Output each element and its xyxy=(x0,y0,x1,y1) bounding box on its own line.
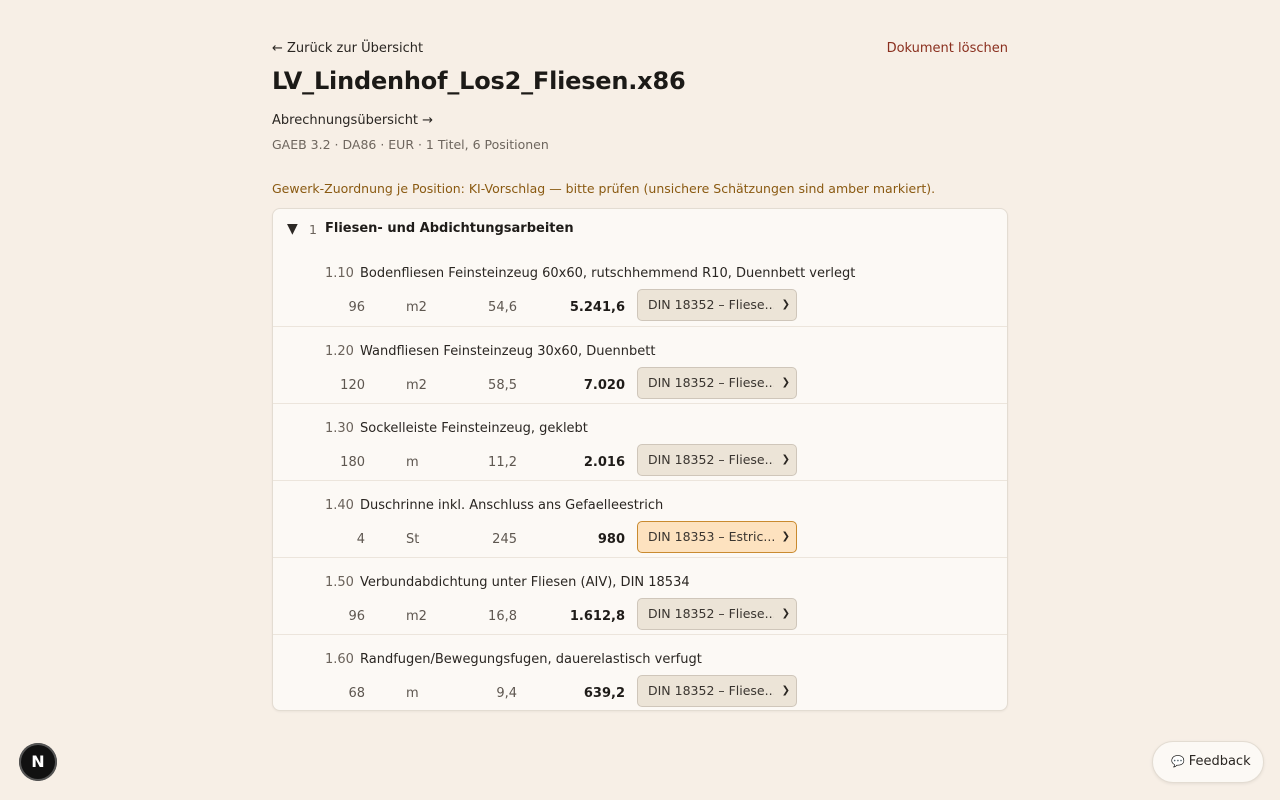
position-unit-price: 11,2 xyxy=(488,455,517,470)
position-row: 1.60 Randfugen/Bewegungsfugen, dauerelas… xyxy=(273,634,1007,710)
chevron-down-icon: ❯ xyxy=(781,685,790,696)
billing-overview-link[interactable]: Abrechnungsübersicht → xyxy=(272,113,433,128)
gewerk-select[interactable]: DIN 18352 – Fliese... ❯ xyxy=(637,675,797,707)
position-number: 1.40 xyxy=(325,498,354,513)
position-unit: St xyxy=(406,532,420,547)
top-bar: ← Zurück zur Übersicht Dokument löschen xyxy=(272,41,1008,59)
position-unit: m xyxy=(406,455,419,470)
position-row: 1.10 Bodenfliesen Feinsteinzeug 60x60, r… xyxy=(273,249,1007,326)
position-unit-price: 58,5 xyxy=(488,378,517,393)
position-unit-price: 9,4 xyxy=(496,686,517,701)
position-number: 1.50 xyxy=(325,575,354,590)
gewerk-select-value: DIN 18352 – Fliese... xyxy=(648,683,774,698)
next-dev-badge[interactable]: N xyxy=(19,743,57,781)
feedback-button[interactable]: 💬 Feedback xyxy=(1152,741,1264,783)
position-text: Wandfliesen Feinsteinzeug 30x60, Duennbe… xyxy=(360,344,656,359)
caret-down-icon[interactable]: ▼ xyxy=(287,221,298,237)
gewerk-select[interactable]: DIN 18352 – Fliese... ❯ xyxy=(637,444,797,476)
position-unit-price: 16,8 xyxy=(488,609,517,624)
position-text: Verbundabdichtung unter Fliesen (AIV), D… xyxy=(360,575,690,590)
position-text: Sockelleiste Feinsteinzeug, geklebt xyxy=(360,421,588,436)
position-number: 1.10 xyxy=(325,266,354,281)
position-number: 1.20 xyxy=(325,344,354,359)
position-unit-price: 54,6 xyxy=(488,300,517,315)
back-to-overview-link[interactable]: ← Zurück zur Übersicht xyxy=(272,41,423,56)
gewerk-select-value: DIN 18352 – Fliese... xyxy=(648,606,774,621)
ai-notice: Gewerk-Zuordnung je Position: KI-Vorschl… xyxy=(272,181,936,196)
position-row: 1.30 Sockelleiste Feinsteinzeug, geklebt… xyxy=(273,403,1007,480)
position-row: 1.20 Wandfliesen Feinsteinzeug 30x60, Du… xyxy=(273,326,1007,403)
gewerk-select-value: DIN 18352 – Fliese... xyxy=(648,297,774,312)
gewerk-select-value: DIN 18352 – Fliese... xyxy=(648,452,774,467)
gewerk-select[interactable]: DIN 18352 – Fliese... ❯ xyxy=(637,598,797,630)
document-meta: GAEB 3.2 · DA86 · EUR · 1 Titel, 6 Posit… xyxy=(272,137,549,152)
chevron-down-icon: ❯ xyxy=(781,531,790,542)
group-number: 1 xyxy=(309,222,317,237)
position-total: 5.241,6 xyxy=(569,300,625,315)
gewerk-select[interactable]: DIN 18352 – Fliese... ❯ xyxy=(637,367,797,399)
position-row: 1.40 Duschrinne inkl. Anschluss ans Gefa… xyxy=(273,480,1007,557)
gewerk-select-value: DIN 18353 – Estric... xyxy=(648,529,774,544)
position-total: 7.020 xyxy=(583,378,625,393)
position-number: 1.30 xyxy=(325,421,354,436)
position-total: 1.612,8 xyxy=(569,609,625,624)
chevron-down-icon: ❯ xyxy=(781,454,790,465)
position-unit-price: 245 xyxy=(492,532,517,547)
position-unit: m2 xyxy=(406,300,427,315)
delete-document-link[interactable]: Dokument löschen xyxy=(887,41,1008,56)
position-unit: m2 xyxy=(406,609,427,624)
page-title: LV_Lindenhof_Los2_Fliesen.x86 xyxy=(272,67,686,95)
group-header[interactable]: ▼ 1 Fliesen- und Abdichtungsarbeiten xyxy=(273,209,1007,249)
position-text: Randfugen/Bewegungsfugen, dauerelastisch… xyxy=(360,652,702,667)
position-row: 1.50 Verbundabdichtung unter Fliesen (AI… xyxy=(273,557,1007,634)
group-title: Fliesen- und Abdichtungsarbeiten xyxy=(325,221,574,236)
position-total: 639,2 xyxy=(583,686,625,701)
position-unit: m2 xyxy=(406,378,427,393)
position-quantity: 180 xyxy=(340,455,365,470)
position-total: 2.016 xyxy=(583,455,625,470)
position-number: 1.60 xyxy=(325,652,354,667)
positions-card: ▼ 1 Fliesen- und Abdichtungsarbeiten 1.1… xyxy=(272,208,1008,711)
chevron-down-icon: ❯ xyxy=(781,377,790,388)
position-quantity: 68 xyxy=(348,686,365,701)
chevron-down-icon: ❯ xyxy=(781,299,790,310)
speech-bubble-icon: 💬 xyxy=(1171,755,1185,768)
position-quantity: 120 xyxy=(340,378,365,393)
feedback-label: Feedback xyxy=(1188,754,1251,769)
gewerk-select-value: DIN 18352 – Fliese... xyxy=(648,375,774,390)
position-text: Duschrinne inkl. Anschluss ans Gefaellee… xyxy=(360,498,664,513)
position-unit: m xyxy=(406,686,419,701)
gewerk-select[interactable]: DIN 18352 – Fliese... ❯ xyxy=(637,289,797,321)
position-quantity: 96 xyxy=(348,300,365,315)
position-quantity: 96 xyxy=(348,609,365,624)
chevron-down-icon: ❯ xyxy=(781,608,790,619)
position-quantity: 4 xyxy=(356,532,365,547)
position-text: Bodenfliesen Feinsteinzeug 60x60, rutsch… xyxy=(360,266,856,281)
gewerk-select-unsure[interactable]: DIN 18353 – Estric... ❯ xyxy=(637,521,797,553)
position-total: 980 xyxy=(597,532,625,547)
